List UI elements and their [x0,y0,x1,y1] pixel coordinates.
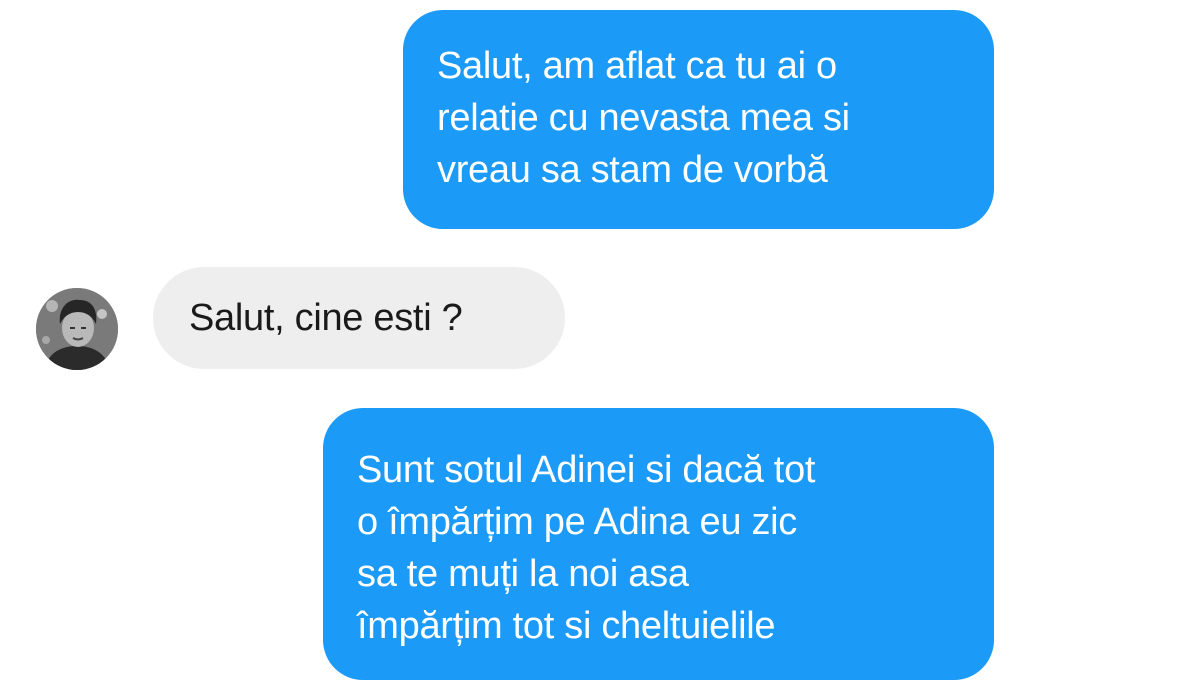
message-line: o împărțim pe Adina eu zic [357,501,797,543]
outgoing-message-bubble[interactable]: Salut, am aflat ca tu ai o relatie cu ne… [403,10,994,229]
incoming-message-bubble[interactable]: Salut, cine esti ? [153,267,565,369]
outgoing-message-bubble[interactable]: Sunt sotul Adinei si dacă tot o împărțim… [323,408,994,680]
message-line: vreau sa stam de vorbă [437,149,828,191]
message-line: împărțim tot si cheltuielile [357,605,776,647]
message-line: Salut, am aflat ca tu ai o [437,45,837,87]
message-line: relatie cu nevasta mea si [437,97,850,139]
avatar-photo-icon [36,288,118,370]
message-line: Sunt sotul Adinei si dacă tot [357,449,816,491]
message-line: sa te muți la noi asa [357,553,689,595]
chat-thread: Salut, am aflat ca tu ai o relatie cu ne… [0,0,1200,686]
contact-avatar[interactable] [36,288,118,370]
message-line: Salut, cine esti ? [189,297,463,339]
